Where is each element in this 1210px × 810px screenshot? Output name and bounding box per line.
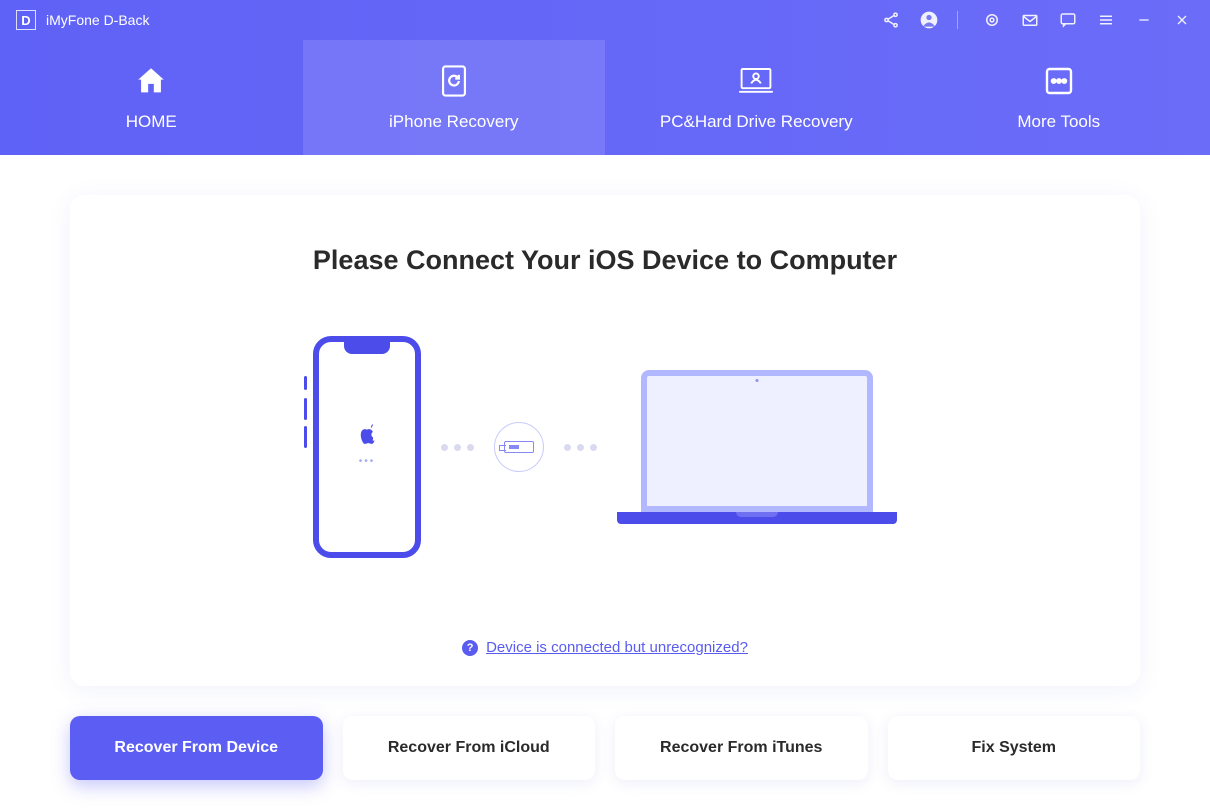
menu-icon[interactable] xyxy=(1094,8,1118,32)
apple-icon xyxy=(357,422,377,452)
settings-icon[interactable] xyxy=(980,8,1004,32)
tab-label: HOME xyxy=(126,112,177,132)
option-fix-system[interactable]: Fix System xyxy=(888,716,1141,780)
home-icon xyxy=(134,64,168,98)
content-area: Please Connect Your iOS Device to Comput… xyxy=(0,155,1210,810)
help-link[interactable]: Device is connected but unrecognized? xyxy=(486,639,748,656)
account-icon[interactable] xyxy=(917,8,941,32)
tab-label: iPhone Recovery xyxy=(389,112,518,132)
option-label: Fix System xyxy=(972,739,1056,757)
app-logo: D xyxy=(16,10,36,30)
option-recover-from-itunes[interactable]: Recover From iTunes xyxy=(615,716,868,780)
minimize-icon[interactable] xyxy=(1132,8,1156,32)
option-label: Recover From iCloud xyxy=(388,739,550,757)
option-recover-from-icloud[interactable]: Recover From iCloud xyxy=(343,716,596,780)
app-title: iMyFone D-Back xyxy=(46,12,149,28)
connection-illustration: ••• xyxy=(313,336,897,558)
option-label: Recover From iTunes xyxy=(660,739,822,757)
panel-heading: Please Connect Your iOS Device to Comput… xyxy=(313,245,897,276)
recovery-options: Recover From Device Recover From iCloud … xyxy=(70,716,1140,780)
tab-pc-recovery[interactable]: PC&Hard Drive Recovery xyxy=(605,40,908,155)
tab-label: PC&Hard Drive Recovery xyxy=(660,112,853,132)
feedback-icon[interactable] xyxy=(1056,8,1080,32)
connection-dots-left xyxy=(441,444,474,451)
tab-home[interactable]: HOME xyxy=(0,40,303,155)
help-link-row: ? Device is connected but unrecognized? xyxy=(462,639,748,656)
refresh-device-icon xyxy=(439,64,469,98)
tab-more-tools[interactable]: More Tools xyxy=(908,40,1210,155)
mail-icon[interactable] xyxy=(1018,8,1042,32)
option-recover-from-device[interactable]: Recover From Device xyxy=(70,716,323,780)
tab-label: More Tools xyxy=(1017,112,1100,132)
connect-panel: Please Connect Your iOS Device to Comput… xyxy=(70,195,1140,686)
pc-recovery-icon xyxy=(738,64,774,98)
help-icon: ? xyxy=(462,640,478,656)
more-tools-icon xyxy=(1043,64,1075,98)
usb-icon xyxy=(494,422,544,472)
tab-iphone-recovery[interactable]: iPhone Recovery xyxy=(303,40,606,155)
close-icon[interactable] xyxy=(1170,8,1194,32)
titlebar: D iMyFone D-Back xyxy=(0,0,1210,40)
laptop-graphic xyxy=(617,370,897,524)
share-icon[interactable] xyxy=(879,8,903,32)
separator xyxy=(957,11,958,29)
connection-dots-right xyxy=(564,444,597,451)
top-nav: HOME iPhone Recovery PC&Hard Drive Recov… xyxy=(0,40,1210,155)
option-label: Recover From Device xyxy=(114,739,278,757)
phone-graphic: ••• xyxy=(313,336,421,558)
